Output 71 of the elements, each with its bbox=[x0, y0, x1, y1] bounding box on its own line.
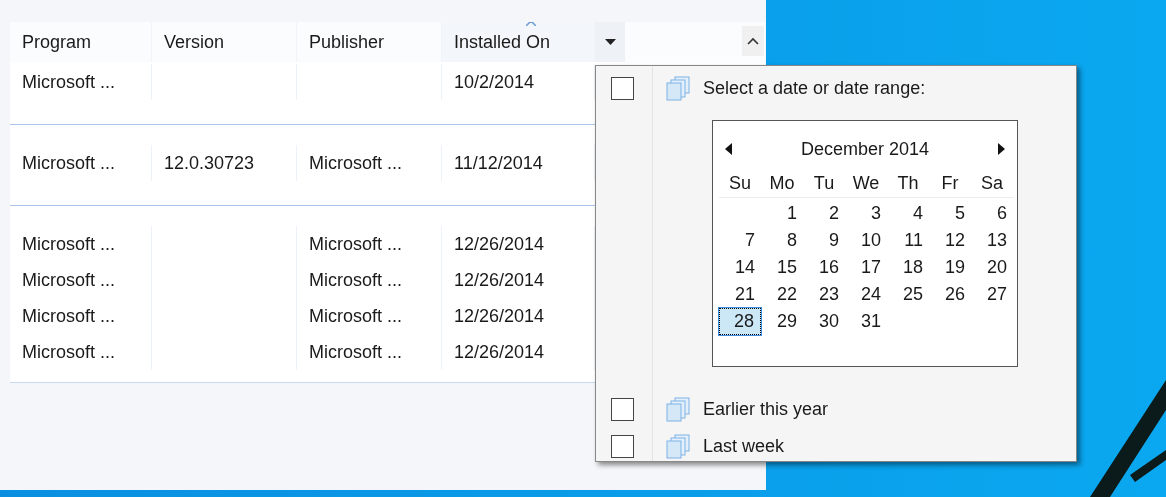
calendar-day[interactable]: 31 bbox=[845, 308, 887, 335]
weekday-label: Tu bbox=[803, 169, 845, 198]
table-cell: Microsoft ... bbox=[10, 298, 152, 334]
calendar-day[interactable]: 4 bbox=[887, 200, 929, 227]
table-cell: Microsoft ... bbox=[10, 334, 152, 370]
calendar-day[interactable]: 1 bbox=[761, 200, 803, 227]
month-label: December 2014 bbox=[800, 137, 930, 161]
table-cell: Microsoft ... bbox=[297, 226, 442, 262]
calendar-day[interactable]: 30 bbox=[803, 308, 845, 335]
stacked-pages-icon bbox=[666, 397, 691, 422]
column-header[interactable]: Program bbox=[10, 22, 152, 62]
option-label[interactable]: Earlier this year bbox=[703, 396, 829, 423]
calendar-day[interactable]: 11 bbox=[887, 227, 929, 254]
table-cell: Microsoft ... bbox=[297, 334, 442, 370]
table-cell: Microsoft ... bbox=[297, 262, 442, 298]
triangle-left-icon bbox=[725, 143, 732, 155]
next-month-button[interactable] bbox=[998, 143, 1005, 155]
table-cell: Microsoft ... bbox=[10, 145, 152, 181]
option-label[interactable]: Select a date or date range: bbox=[703, 75, 926, 102]
calendar-day[interactable]: 24 bbox=[845, 281, 887, 308]
weekday-label: We bbox=[845, 169, 887, 198]
table-cell: Microsoft ... bbox=[297, 145, 442, 181]
triangle-right-icon bbox=[998, 143, 1005, 155]
calendar-day[interactable]: 7 bbox=[719, 227, 761, 254]
calendar-day[interactable]: 22 bbox=[761, 281, 803, 308]
calendar-day[interactable]: 5 bbox=[929, 200, 971, 227]
filter-dropdown-button[interactable] bbox=[595, 22, 625, 62]
table-cell: Microsoft ... bbox=[297, 298, 442, 334]
column-header[interactable]: Installed On bbox=[442, 22, 595, 62]
calendar-day[interactable]: 10 bbox=[845, 227, 887, 254]
weekday-label: Fr bbox=[929, 169, 971, 198]
calendar-day[interactable]: 29 bbox=[761, 308, 803, 335]
calendar-day[interactable]: 14 bbox=[719, 254, 761, 281]
table-cell: Microsoft ... bbox=[10, 262, 152, 298]
checkbox[interactable] bbox=[611, 398, 634, 421]
calendar-day[interactable]: 25 bbox=[887, 281, 929, 308]
calendar-day[interactable]: 19 bbox=[929, 254, 971, 281]
table-cell: Microsoft ... bbox=[10, 64, 152, 100]
calendar-day[interactable]: 18 bbox=[887, 254, 929, 281]
caret-down-icon bbox=[604, 39, 616, 45]
stacked-pages-icon bbox=[666, 76, 691, 101]
calendar-day[interactable]: 27 bbox=[971, 281, 1013, 308]
column-header[interactable]: Version bbox=[152, 22, 297, 62]
previous-month-button[interactable] bbox=[725, 143, 732, 155]
calendar-day[interactable]: 3 bbox=[845, 200, 887, 227]
weekday-label: Sa bbox=[971, 169, 1013, 198]
calendar-day[interactable]: 13 bbox=[971, 227, 1013, 254]
calendar-day[interactable]: 15 bbox=[761, 254, 803, 281]
calendar-day[interactable]: 28 bbox=[719, 308, 761, 335]
calendar-day[interactable]: 12 bbox=[929, 227, 971, 254]
calendar-day[interactable]: 26 bbox=[929, 281, 971, 308]
calendar-day[interactable]: 17 bbox=[845, 254, 887, 281]
calendar-day[interactable]: 8 bbox=[761, 227, 803, 254]
calendar-day[interactable]: 6 bbox=[971, 200, 1013, 227]
checkbox[interactable] bbox=[611, 435, 634, 458]
scroll-up-button[interactable] bbox=[742, 26, 764, 56]
option-label[interactable]: Last week bbox=[703, 433, 785, 460]
chevron-up-icon bbox=[747, 37, 759, 45]
table-cell: Microsoft ... bbox=[10, 226, 152, 262]
weekday-label: Mo bbox=[761, 169, 803, 198]
checkbox[interactable] bbox=[611, 77, 634, 100]
calendar-day[interactable]: 20 bbox=[971, 254, 1013, 281]
calendar-day[interactable]: 23 bbox=[803, 281, 845, 308]
calendar-day[interactable]: 2 bbox=[803, 200, 845, 227]
calendar-day[interactable]: 9 bbox=[803, 227, 845, 254]
table-cell: 12.0.30723 bbox=[152, 145, 297, 181]
weekday-label: Th bbox=[887, 169, 929, 198]
stacked-pages-icon bbox=[666, 434, 691, 459]
calendar-day[interactable]: 16 bbox=[803, 254, 845, 281]
calendar-day[interactable]: 21 bbox=[719, 281, 761, 308]
weekday-label: Su bbox=[719, 169, 761, 198]
